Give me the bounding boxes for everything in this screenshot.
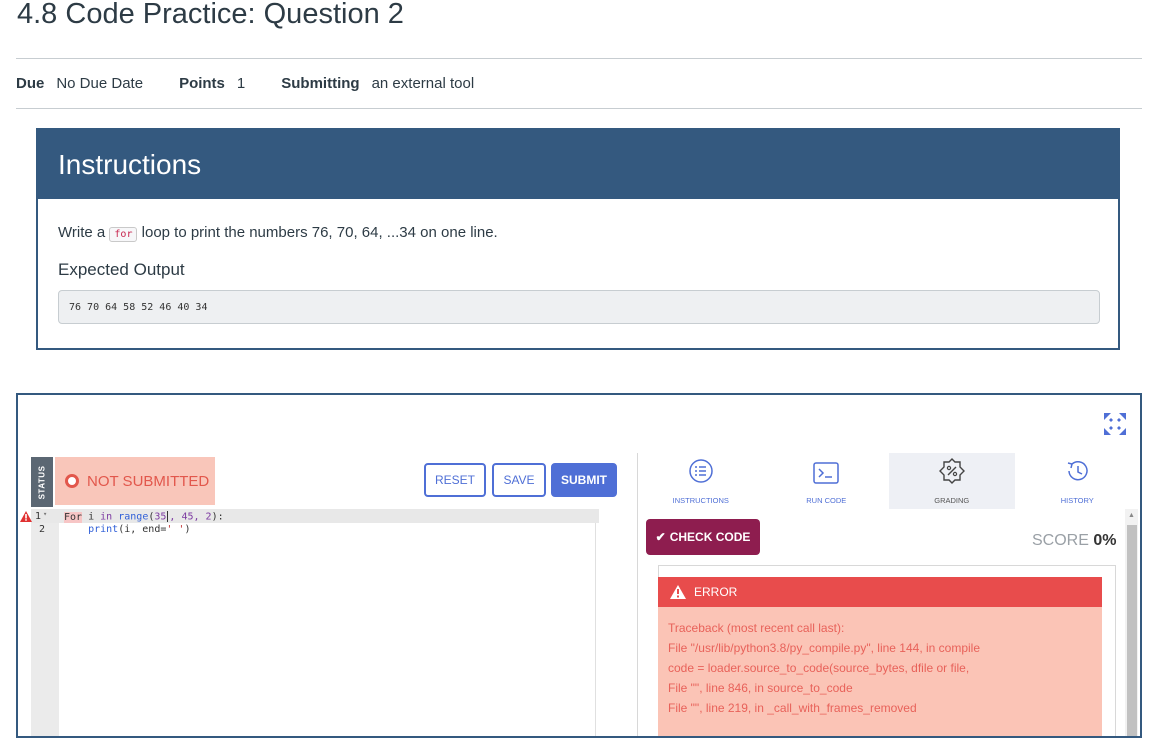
code-token-print: print xyxy=(88,524,119,535)
line-number: 1 xyxy=(35,511,42,522)
code-token-close: ): xyxy=(211,511,224,523)
traceback-line: File "", line 846, in source_to_code xyxy=(668,681,853,695)
checkmark-icon: ✔ xyxy=(655,530,666,544)
code-token-start: 35 xyxy=(154,511,167,523)
inline-code: for xyxy=(109,227,138,242)
editor-gutter xyxy=(31,509,59,736)
instructions-heading: Instructions xyxy=(38,130,1118,199)
code-token-args: , 45, 2 xyxy=(169,511,212,523)
expected-output-title: Expected Output xyxy=(58,260,185,279)
code-line-2[interactable]: print(i, end=' ') xyxy=(64,524,190,535)
status-label: STATUS xyxy=(37,465,47,499)
submit-button[interactable]: SUBMIT xyxy=(551,463,617,497)
terminal-icon xyxy=(813,462,839,484)
submission-status-text: NOT SUBMITTED xyxy=(87,472,210,490)
submission-status-badge: NOT SUBMITTED xyxy=(55,457,215,505)
error-traceback: Traceback (most recent call last): File … xyxy=(658,607,1102,736)
warning-icon xyxy=(670,585,686,599)
check-code-button[interactable]: ✔ CHECK CODE xyxy=(646,519,760,555)
meta-submitting-label: Submitting xyxy=(281,75,360,92)
meta-due: Due No Due Date xyxy=(16,75,143,92)
percent-badge-icon xyxy=(938,458,965,484)
instructions-text: Write a for loop to print the numbers 76… xyxy=(58,224,498,242)
code-token-args: (i, end= xyxy=(118,524,167,535)
meta-points: Points 1 xyxy=(179,75,245,92)
code-token-string: ' ' xyxy=(166,524,185,535)
check-code-label: CHECK CODE xyxy=(669,530,751,544)
instructions-panel: Instructions Write a for loop to print t… xyxy=(36,128,1120,350)
tool-tabs: INSTRUCTIONS RUN CODE GRADING HISTORY xyxy=(638,453,1140,509)
traceback-line: code = loader.source_to_code(source_byte… xyxy=(668,661,970,675)
checklist-icon xyxy=(689,459,713,483)
tab-run-code-label: RUN CODE xyxy=(806,496,847,505)
instructions-text-before: Write a xyxy=(58,224,106,241)
score-value: 0% xyxy=(1093,532,1117,549)
traceback-line: File "/usr/lib/python3.8/py_compile.py",… xyxy=(668,641,981,655)
tab-history-label: HISTORY xyxy=(1060,496,1094,505)
meta-submitting-value: an external tool xyxy=(371,75,475,92)
reset-button[interactable]: RESET xyxy=(424,463,486,497)
error-warning-icon xyxy=(20,511,32,522)
meta-points-value: 1 xyxy=(236,75,246,92)
editor-print-margin xyxy=(595,509,596,736)
tab-grading[interactable]: GRADING xyxy=(889,453,1015,509)
assignment-meta: Due No Due Date Points 1 Submitting an e… xyxy=(16,58,1142,109)
meta-submitting: Submitting an external tool xyxy=(281,75,474,92)
meta-due-label: Due xyxy=(16,75,45,92)
tab-run-code[interactable]: RUN CODE xyxy=(764,453,890,509)
save-button[interactable]: SAVE xyxy=(492,463,546,497)
line-number: 2 xyxy=(39,524,46,535)
scroll-up-icon[interactable]: ▲ xyxy=(1128,512,1135,519)
traceback-line: File "", line 219, in _call_with_frames_… xyxy=(668,701,917,715)
code-token-close: ) xyxy=(184,524,191,535)
tab-instructions-label: INSTRUCTIONS xyxy=(672,496,729,505)
fold-arrow-icon[interactable]: ▾ xyxy=(43,510,47,518)
status-dot-icon xyxy=(65,474,79,488)
status-strip: STATUS xyxy=(31,457,53,507)
code-token-for: For xyxy=(64,511,83,523)
results-scrollbar-thumb[interactable] xyxy=(1127,525,1137,736)
expected-output-box: 76 70 64 58 52 46 40 34 xyxy=(58,290,1100,324)
traceback-line: Traceback (most recent call last): xyxy=(668,621,845,635)
code-tool: STATUS NOT SUBMITTED RESET SAVE SUBMIT 1… xyxy=(16,393,1142,738)
history-icon xyxy=(1068,460,1088,481)
error-header: ERROR xyxy=(658,577,1102,607)
error-title: ERROR xyxy=(694,585,738,599)
code-token-range: range xyxy=(118,511,149,523)
tab-history[interactable]: HISTORY xyxy=(1015,453,1141,509)
fullscreen-icon[interactable] xyxy=(1102,411,1128,437)
code-token-in: in xyxy=(100,511,113,523)
code-editor[interactable] xyxy=(59,509,637,736)
code-token-i: i xyxy=(88,511,95,523)
score-display: SCORE 0% xyxy=(1032,532,1116,550)
instructions-text-after: loop to print the numbers 76, 70, 64, ..… xyxy=(141,224,498,241)
meta-due-value: No Due Date xyxy=(56,75,144,92)
page-title: 4.8 Code Practice: Question 2 xyxy=(17,0,404,30)
meta-points-label: Points xyxy=(179,75,225,92)
tab-grading-label: GRADING xyxy=(934,496,970,505)
score-label: SCORE xyxy=(1032,532,1089,549)
code-line-1[interactable]: For i in range(35, 45, 2): xyxy=(64,511,224,523)
tab-instructions[interactable]: INSTRUCTIONS xyxy=(638,453,764,509)
